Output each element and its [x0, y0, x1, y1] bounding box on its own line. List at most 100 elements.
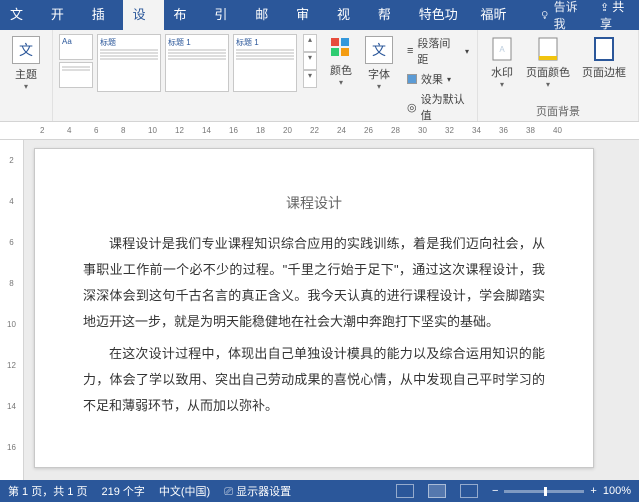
page-color-label: 页面颜色	[526, 64, 570, 80]
ruler-tick: 26	[364, 126, 373, 135]
zoom-out-icon[interactable]: −	[492, 485, 498, 497]
doc-para[interactable]: 在这次设计过程中，体现出自己单独设计模具的能力以及综合运用知识的能力，体会了学以…	[83, 341, 545, 419]
tab-file[interactable]: 文件	[0, 0, 41, 30]
ruler-tick: 6	[9, 238, 13, 247]
set-default-label: 设为默认值	[421, 91, 469, 123]
group-doc-format: Aa 标题 标题 1 标题 1 ▴▾▾ 颜色 ▾ 文 字体 ▾ ≡ 段落间距 ▾ 效…	[53, 30, 478, 121]
format-options: ≡段落间距▾ 效果▾ ◎设为默认值	[405, 34, 471, 124]
fonts-button[interactable]: 文 字体 ▾	[359, 34, 399, 93]
ruler-tick: 10	[7, 320, 16, 329]
scroll-up-icon[interactable]: ▴	[303, 34, 317, 52]
view-print-icon[interactable]	[428, 484, 446, 498]
style-gallery[interactable]: Aa 标题 标题 1 标题 1 ▴▾▾	[59, 34, 317, 92]
style-thumb[interactable]: 标题 1	[233, 34, 297, 92]
ruler-tick: 8	[9, 279, 13, 288]
ruler-tick: 30	[418, 126, 427, 135]
tab-references[interactable]: 引用	[204, 0, 245, 30]
style-thumb[interactable]	[59, 62, 93, 88]
lightbulb-icon	[540, 9, 549, 21]
style-thumb[interactable]: 标题	[97, 34, 161, 92]
tab-layout[interactable]: 布局	[164, 0, 205, 30]
ruler-vertical[interactable]: 246810121416	[0, 140, 24, 480]
ruler-tick: 4	[9, 197, 13, 206]
ruler-tick: 12	[175, 126, 184, 135]
tab-home[interactable]: 开始	[41, 0, 82, 30]
group-page-bg: A 水印 ▾ 页面颜色 ▾ 页面边框 页面背景	[478, 30, 639, 121]
zoom-value[interactable]: 100%	[603, 485, 631, 497]
para-spacing-button[interactable]: ≡段落间距▾	[405, 34, 471, 68]
watermark-button[interactable]: A 水印 ▾	[484, 34, 520, 91]
para-spacing-label: 段落间距	[417, 35, 461, 67]
tab-foxit[interactable]: 福昕PDF	[470, 0, 532, 30]
status-lang[interactable]: 中文(中国)	[159, 483, 210, 499]
tell-me[interactable]: 告诉我	[532, 0, 590, 32]
colors-icon	[329, 36, 353, 60]
ribbon: 文 主题 ▾ Aa 标题 标题 1 标题 1 ▴▾▾ 颜色 ▾	[0, 30, 639, 122]
ruler-tick: 14	[202, 126, 211, 135]
zoom-slider[interactable]	[504, 490, 584, 493]
ruler-tick: 8	[121, 126, 125, 135]
ruler-tick: 14	[7, 402, 16, 411]
effects-label: 效果	[421, 71, 443, 87]
ruler-tick: 32	[445, 126, 454, 135]
tab-help[interactable]: 帮助	[368, 0, 409, 30]
tab-insert[interactable]: 插入	[82, 0, 123, 30]
scroll-down-icon[interactable]: ▾	[303, 52, 317, 70]
page-color-button[interactable]: 页面颜色 ▾	[520, 34, 576, 91]
ruler-tick: 16	[229, 126, 238, 135]
group-pagebg-label: 页面背景	[484, 101, 632, 119]
tab-view[interactable]: 视图	[327, 0, 368, 30]
share-button[interactable]: ⇪ 共享	[590, 0, 639, 32]
svg-text:A: A	[499, 45, 505, 54]
ruler-tick: 28	[391, 126, 400, 135]
ruler-tick: 40	[553, 126, 562, 135]
set-default-icon: ◎	[407, 101, 417, 114]
effects-button[interactable]: 效果▾	[405, 70, 471, 88]
zoom-in-icon[interactable]: +	[590, 485, 596, 497]
watermark-label: 水印	[491, 64, 513, 80]
doc-para[interactable]: 课程设计是我们专业课程知识综合应用的实践训练，着是我们迈向社会，从事职业工作前一…	[83, 231, 545, 335]
gallery-scroll[interactable]: ▴▾▾	[303, 34, 317, 92]
tab-review[interactable]: 审阅	[286, 0, 327, 30]
ruler-tick: 4	[67, 126, 71, 135]
status-words[interactable]: 219 个字	[101, 483, 144, 499]
ruler-tick: 36	[499, 126, 508, 135]
ruler-horizontal[interactable]: 246810121416182022242628303234363840	[0, 122, 639, 140]
ruler-tick: 6	[94, 126, 98, 135]
page-scroll[interactable]: 课程设计 课程设计是我们专业课程知识综合应用的实践训练，着是我们迈向社会，从事职…	[24, 140, 639, 480]
page-border-icon	[592, 36, 616, 62]
themes-icon: 文	[12, 36, 40, 64]
themes-button[interactable]: 文 主题 ▾	[6, 34, 46, 93]
ruler-tick: 20	[283, 126, 292, 135]
tab-mailings[interactable]: 邮件	[245, 0, 286, 30]
colors-label: 颜色	[330, 62, 352, 78]
ruler-tick: 22	[310, 126, 319, 135]
ruler-tick: 2	[9, 156, 13, 165]
zoom-control[interactable]: − + 100%	[492, 485, 631, 497]
effects-icon	[407, 74, 417, 84]
document-page[interactable]: 课程设计 课程设计是我们专业课程知识综合应用的实践训练，着是我们迈向社会，从事职…	[34, 148, 594, 468]
para-spacing-icon: ≡	[407, 45, 413, 57]
view-web-icon[interactable]	[460, 484, 478, 498]
set-default-button[interactable]: ◎ 设为默认值	[405, 90, 471, 124]
tell-me-label: 告诉我	[554, 0, 582, 32]
page-border-button[interactable]: 页面边框	[576, 34, 632, 82]
style-thumb[interactable]: Aa	[59, 34, 93, 60]
status-page[interactable]: 第 1 页，共 1 页	[8, 483, 87, 499]
status-display[interactable]: ⎚ 显示器设置	[224, 483, 291, 499]
ruler-tick: 24	[337, 126, 346, 135]
ruler-tick: 10	[148, 126, 157, 135]
themes-label: 主题	[15, 66, 37, 82]
scroll-more-icon[interactable]: ▾	[303, 70, 317, 88]
fonts-label: 字体	[368, 66, 390, 82]
page-color-icon	[536, 36, 560, 62]
workspace: 246810121416 课程设计 课程设计是我们专业课程知识综合应用的实践训练…	[0, 140, 639, 480]
tab-features[interactable]: 特色功能	[409, 0, 471, 30]
colors-button[interactable]: 颜色 ▾	[323, 34, 359, 89]
doc-title[interactable]: 课程设计	[83, 189, 545, 217]
style-thumb[interactable]: 标题 1	[165, 34, 229, 92]
ruler-tick: 12	[7, 361, 16, 370]
ruler-tick: 18	[256, 126, 265, 135]
view-read-icon[interactable]	[396, 484, 414, 498]
tab-design[interactable]: 设计	[123, 0, 164, 30]
